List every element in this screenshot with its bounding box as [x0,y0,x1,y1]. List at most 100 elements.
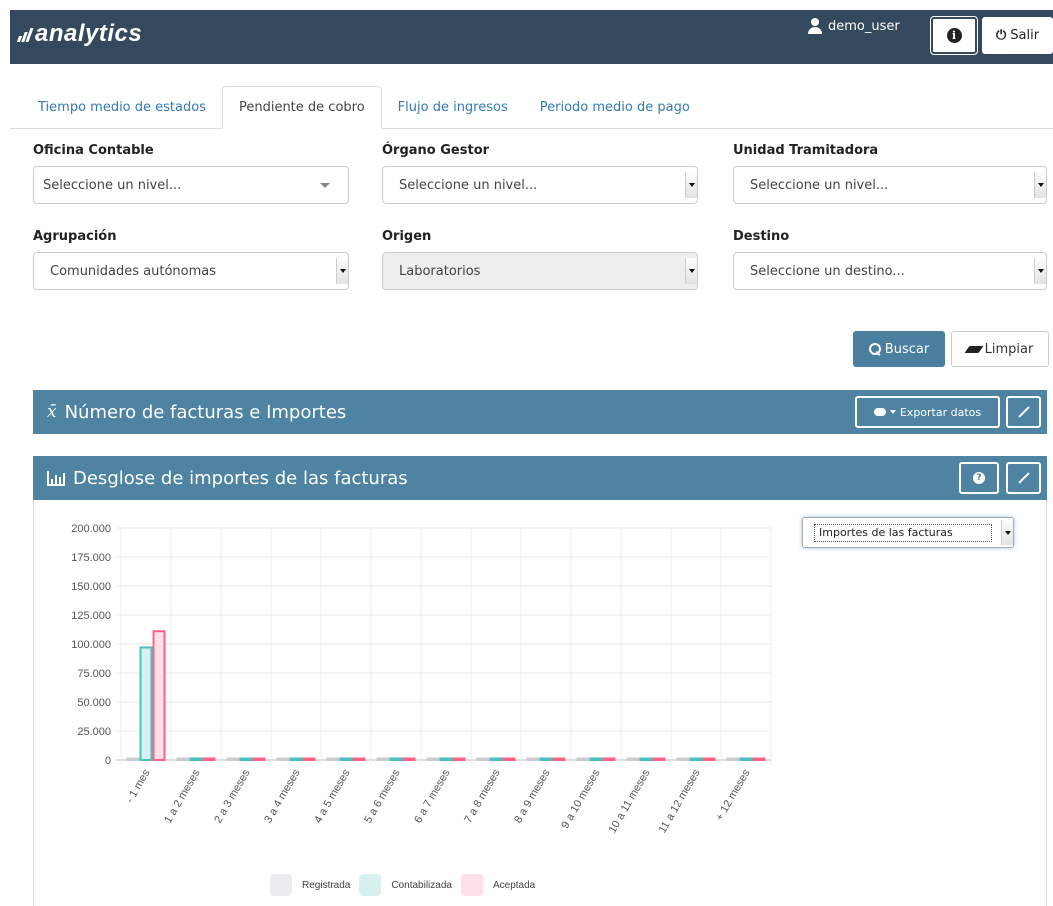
x-tick-label: 5 a 6 meses [362,767,403,825]
search-button[interactable]: Buscar [853,331,945,367]
tab-flujo-ingresos[interactable]: Flujo de ingresos [382,86,524,129]
select-arrow-icon [1034,172,1046,198]
user-menu[interactable]: demo_user [808,18,900,34]
chart-bar [652,757,666,761]
chart-bar [602,757,616,761]
eraser-icon [964,345,984,353]
chart-bar [402,757,416,761]
y-tick-label: 0 [105,755,111,767]
agrupacion-value: Comunidades autónomas [50,263,217,279]
chart-bar [452,757,466,761]
chart-bar [289,757,303,761]
select-arrow-icon [685,258,697,284]
chart-bar [726,757,740,761]
origen-select[interactable]: Laboratorios [382,252,698,290]
x-tick-label: 10 a 11 meses [607,767,653,835]
tab-periodo-medio[interactable]: Periodo medio de pago [524,86,706,129]
x-tick-label: 11 a 12 meses [657,767,703,835]
app-logo[interactable]: analytics [16,20,143,48]
clear-button-label: Limpiar [984,341,1034,357]
agrupacion-label: Agrupación [33,229,117,244]
x-tick-label: 7 a 8 meses [462,767,503,825]
origen-value: Laboratorios [399,263,481,279]
origen-label: Origen [382,229,432,244]
main-tabs: Tiempo medio de estados Pendiente de cob… [22,86,706,129]
agrupacion-select[interactable]: Comunidades autónomas [33,252,349,290]
logout-button[interactable]: ⏻ Salir [982,17,1053,54]
chart-metric-select[interactable]: Importes de las facturas [802,517,1014,548]
chart-bar [626,757,640,761]
clear-button[interactable]: Limpiar [951,331,1049,367]
breakdown-panel-title: Desglose de importes de las facturas [47,468,408,489]
chart-bar [239,757,253,761]
legend-label: Contabilizada [391,879,452,891]
caret-down-icon [889,410,896,414]
totals-panel-header: x̄ Número de facturas e Importes Exporta… [33,390,1047,434]
power-icon: ⏻ [995,28,1007,43]
oficina-value: Seleccione un nivel... [43,177,182,193]
expand-button[interactable] [1006,462,1041,494]
expand-icon [1018,472,1030,484]
chart-bar [352,757,366,761]
search-icon [868,343,881,355]
legend-item[interactable]: Contabilizada [359,874,452,896]
chart-bar [739,757,753,761]
bar-chart-icon [47,470,65,486]
totals-panel-title-text: Número de facturas e Importes [64,401,347,423]
oficina-select[interactable]: Seleccione un nivel... [33,166,349,204]
unidad-select[interactable]: Seleccione un nivel... [733,166,1047,204]
cloud-download-icon [873,408,886,416]
select-arrow-icon [685,172,697,198]
x-tick-label: 1 a 2 meses [162,767,203,825]
unidad-label: Unidad Tramitadora [733,143,879,158]
y-tick-label: 175.000 [71,552,111,564]
help-button[interactable]: ? [959,462,999,494]
export-data-button[interactable]: Exportar datos [855,396,1000,428]
y-tick-label: 50.000 [77,697,111,709]
chart-bar [326,757,340,761]
y-tick-label: 200.000 [71,523,111,535]
chart-bar [539,757,553,761]
chart-bar [226,757,240,761]
chart-bar [639,757,653,761]
breakdown-panel-title-text: Desglose de importes de las facturas [73,467,408,489]
chart-bar [752,757,766,761]
logo-text: analytics [35,20,143,47]
chart-bar [689,757,703,761]
totals-panel-title: x̄ Número de facturas e Importes [47,402,346,423]
chart-bar [676,757,690,761]
chart-bar [302,757,316,761]
y-tick-label: 100.000 [71,639,111,651]
chart-bar [576,757,590,761]
legend-label: Registrada [302,879,351,891]
logo-bars-icon [16,26,34,42]
unidad-value: Seleccione un nivel... [750,177,889,193]
chart-bar [276,757,290,761]
chart-bar [502,757,516,761]
expand-button[interactable] [1006,396,1041,428]
legend-label: Aceptada [492,879,536,891]
organo-label: Órgano Gestor [382,143,490,158]
mean-icon: x̄ [47,402,57,422]
chart-bar [476,757,490,761]
destino-select[interactable]: Seleccione un destino... [733,252,1047,290]
chevron-down-icon [320,183,330,188]
info-button[interactable]: i [930,16,978,55]
legend-swatch [359,874,382,896]
select-arrow-icon [1001,520,1013,545]
expand-icon [1018,406,1030,418]
organo-select[interactable]: Seleccione un nivel... [382,166,698,204]
chart-bar [252,757,266,761]
legend-item[interactable]: Registrada [270,874,350,896]
tab-tiempo-medio[interactable]: Tiempo medio de estados [22,86,222,129]
chart-bar [126,757,140,761]
chart-bar [702,757,716,761]
legend-item[interactable]: Aceptada [460,874,536,896]
chart-bar [489,757,503,761]
x-tick-label: 2 a 3 meses [212,767,253,825]
info-icon: i [946,28,962,43]
chart-metric-value: Importes de las facturas [814,524,992,542]
chart-bar [176,757,190,761]
tab-pendiente-cobro[interactable]: Pendiente de cobro [221,86,382,129]
y-tick-label: 75.000 [77,668,111,680]
